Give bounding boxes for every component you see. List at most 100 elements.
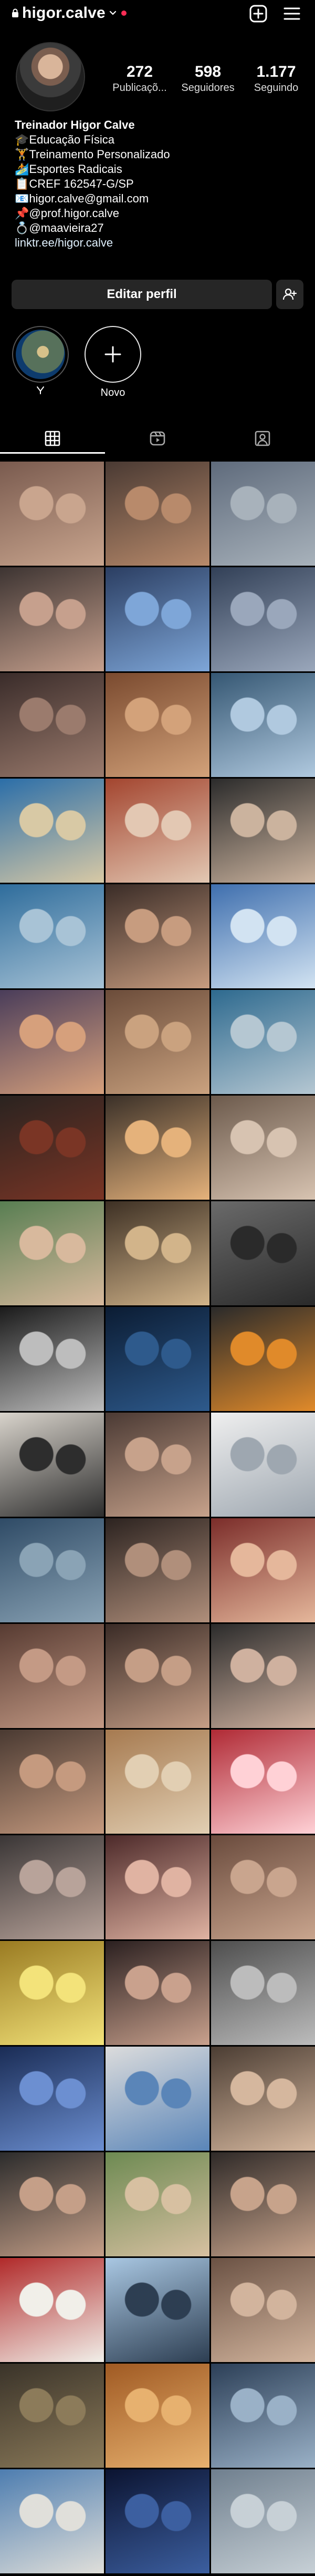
- post-tile[interactable]: [106, 567, 209, 671]
- post-tile[interactable]: [106, 2047, 209, 2151]
- bio-line: 🏄Esportes Radicais: [15, 162, 122, 176]
- post-tile[interactable]: [211, 673, 315, 777]
- tab-grid[interactable]: [0, 423, 105, 454]
- post-tile[interactable]: [106, 462, 209, 566]
- following-count: 1.177: [256, 63, 296, 80]
- tab-reels[interactable]: [105, 423, 210, 454]
- post-tile[interactable]: [0, 779, 104, 883]
- top-bar: higor.calve: [0, 0, 315, 27]
- bio-line: 📋CREF 162547-G/SP: [15, 177, 134, 190]
- post-tile[interactable]: [106, 2364, 209, 2468]
- post-tile[interactable]: [106, 673, 209, 777]
- add-user-button[interactable]: [276, 280, 303, 309]
- post-tile[interactable]: [211, 1730, 315, 1834]
- followers-label: Seguidores: [181, 82, 235, 94]
- post-tile[interactable]: [106, 1518, 209, 1622]
- new-highlight-item[interactable]: Novo: [84, 326, 142, 399]
- post-tile[interactable]: [0, 1413, 104, 1517]
- chevron-down-icon[interactable]: [109, 9, 117, 17]
- bio-mention[interactable]: 💍@maavieira27: [15, 221, 309, 236]
- post-tile[interactable]: [106, 1413, 209, 1517]
- post-tile[interactable]: [106, 2258, 209, 2362]
- post-tile[interactable]: [0, 1730, 104, 1834]
- menu-icon[interactable]: [282, 4, 301, 23]
- post-tile[interactable]: [0, 1835, 104, 1939]
- grid-icon: [45, 431, 60, 446]
- post-tile[interactable]: [211, 990, 315, 1094]
- post-tile[interactable]: [0, 1518, 104, 1622]
- post-tile[interactable]: [106, 884, 209, 988]
- bio-line: 📧higor.calve@gmail.com: [15, 192, 149, 205]
- bio-link[interactable]: linktr.ee/higor.calve: [15, 236, 309, 250]
- account-switcher[interactable]: higor.calve: [12, 4, 127, 22]
- post-tile[interactable]: [106, 1730, 209, 1834]
- post-tile[interactable]: [0, 2469, 104, 2573]
- post-tile[interactable]: [211, 2258, 315, 2362]
- post-tile[interactable]: [211, 1624, 315, 1728]
- post-tile[interactable]: [106, 779, 209, 883]
- post-tile[interactable]: [106, 2469, 209, 2573]
- post-tile[interactable]: [0, 1096, 104, 1200]
- post-tile[interactable]: [106, 2152, 209, 2256]
- post-tile[interactable]: [211, 779, 315, 883]
- posts-stat[interactable]: 272 Publicaçõ...: [108, 63, 171, 94]
- post-tile[interactable]: [106, 1835, 209, 1939]
- tab-tagged[interactable]: [210, 423, 315, 454]
- post-tile[interactable]: [106, 1201, 209, 1305]
- avatar[interactable]: [16, 42, 85, 111]
- followers-stat[interactable]: 598 Seguidores: [176, 63, 239, 94]
- post-tile[interactable]: [106, 1624, 209, 1728]
- post-tile[interactable]: [211, 2047, 315, 2151]
- post-tile[interactable]: [0, 2152, 104, 2256]
- post-tile[interactable]: [0, 1307, 104, 1411]
- profile-tabs: [0, 423, 315, 454]
- post-tile[interactable]: [211, 567, 315, 671]
- highlight-image: [16, 330, 65, 379]
- post-tile[interactable]: [211, 2469, 315, 2573]
- post-tile[interactable]: [106, 1096, 209, 1200]
- highlight-label: Novo: [100, 387, 125, 398]
- new-highlight-ring: [85, 326, 141, 383]
- username[interactable]: higor.calve: [22, 4, 106, 22]
- post-tile[interactable]: [211, 1096, 315, 1200]
- add-user-icon: [282, 288, 297, 300]
- post-tile[interactable]: [211, 1201, 315, 1305]
- post-tile[interactable]: [211, 1941, 315, 2045]
- post-tile[interactable]: [106, 1307, 209, 1411]
- highlight-item[interactable]: [12, 326, 69, 397]
- post-tile[interactable]: [211, 1835, 315, 1939]
- post-tile[interactable]: [0, 2258, 104, 2362]
- bio-line: 🎓Educação Física: [15, 133, 115, 146]
- profile-actions: Editar perfil: [12, 280, 303, 309]
- plus-icon: [104, 346, 121, 363]
- edit-profile-button[interactable]: Editar perfil: [12, 280, 272, 309]
- post-tile[interactable]: [0, 1624, 104, 1728]
- post-tile[interactable]: [0, 1941, 104, 2045]
- post-tile[interactable]: [0, 567, 104, 671]
- new-post-icon[interactable]: [249, 4, 268, 23]
- post-tile[interactable]: [211, 1518, 315, 1622]
- following-stat[interactable]: 1.177 Seguindo: [245, 63, 308, 94]
- post-tile[interactable]: [0, 2364, 104, 2468]
- post-tile[interactable]: [0, 990, 104, 1094]
- post-tile[interactable]: [211, 884, 315, 988]
- tagged-icon: [255, 431, 270, 446]
- top-actions: [249, 4, 301, 23]
- highlight-emoji-icon: [12, 386, 69, 397]
- post-tile[interactable]: [211, 462, 315, 566]
- post-tile[interactable]: [211, 1413, 315, 1517]
- post-tile[interactable]: [106, 990, 209, 1094]
- notification-dot: [121, 11, 127, 16]
- active-tab-indicator: [0, 452, 105, 454]
- post-tile[interactable]: [0, 673, 104, 777]
- post-tile[interactable]: [0, 2047, 104, 2151]
- profile-stats: 272 Publicaçõ... 598 Seguidores 1.177 Se…: [108, 63, 308, 94]
- post-tile[interactable]: [0, 1201, 104, 1305]
- post-tile[interactable]: [0, 462, 104, 566]
- post-tile[interactable]: [211, 2152, 315, 2256]
- post-tile[interactable]: [211, 1307, 315, 1411]
- post-tile[interactable]: [106, 1941, 209, 2045]
- post-tile[interactable]: [211, 2364, 315, 2468]
- post-tile[interactable]: [0, 884, 104, 988]
- bio-mention[interactable]: 📌@prof.higor.calve: [15, 206, 309, 221]
